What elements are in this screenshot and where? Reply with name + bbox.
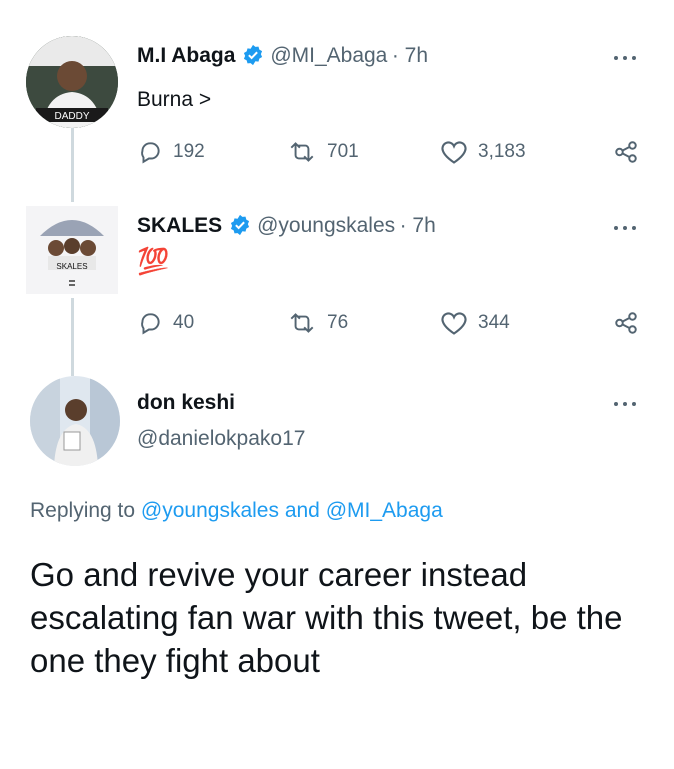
more-options-icon[interactable] xyxy=(614,53,644,63)
share-button[interactable] xyxy=(612,310,650,336)
handle[interactable]: @MI_Abaga xyxy=(270,44,387,67)
like-button[interactable]: 3,183 xyxy=(440,139,526,165)
timestamp[interactable]: · 7h xyxy=(392,44,428,67)
more-options-icon[interactable] xyxy=(614,399,644,409)
reply-count: 40 xyxy=(173,312,195,333)
display-name[interactable]: SKALES xyxy=(137,214,222,237)
avatar[interactable] xyxy=(30,376,120,466)
verified-badge-icon xyxy=(230,214,249,236)
avatar-image: DADDY xyxy=(26,36,118,128)
thread-line xyxy=(71,128,74,202)
reply-icon xyxy=(141,313,160,335)
heart-icon xyxy=(441,312,467,335)
display-name[interactable]: don keshi xyxy=(137,391,235,415)
avatar[interactable]: DADDY xyxy=(26,36,118,128)
more-options-icon[interactable] xyxy=(614,223,644,233)
replying-and: and xyxy=(284,499,320,522)
retweet-button[interactable]: 76 xyxy=(287,310,348,336)
like-count: 344 xyxy=(478,312,510,333)
tweet-text: 💯 xyxy=(137,246,170,276)
reply-count: 192 xyxy=(173,141,205,162)
thread-line xyxy=(71,298,74,376)
avatar-image xyxy=(30,376,120,466)
tweet-body-text: Go and revive your career instead escala… xyxy=(30,556,623,679)
retweet-icon xyxy=(290,313,314,333)
avatar[interactable]: SKALES xyxy=(26,206,118,294)
share-icon xyxy=(615,312,637,334)
reply-button[interactable]: 192 xyxy=(137,139,205,165)
retweet-icon xyxy=(290,142,314,162)
like-button[interactable]: 344 xyxy=(440,310,510,336)
retweet-count: 76 xyxy=(327,312,349,333)
heart-icon xyxy=(441,141,467,164)
retweet-button[interactable]: 701 xyxy=(287,139,359,165)
svg-text:DADDY: DADDY xyxy=(54,111,89,122)
handle[interactable]: @danielokpako17 xyxy=(137,427,305,451)
verified-badge-icon xyxy=(243,44,262,66)
share-button[interactable] xyxy=(612,139,650,165)
display-name[interactable]: M.I Abaga xyxy=(137,44,235,67)
svg-text:SKALES: SKALES xyxy=(56,262,87,271)
reply-icon xyxy=(141,142,160,164)
mention-link[interactable]: @MI_Abaga xyxy=(326,499,443,522)
timestamp[interactable]: · 7h xyxy=(400,214,436,237)
tweet-text: Burna > xyxy=(137,88,212,111)
replying-to-label: Replying to xyxy=(30,499,136,522)
like-count: 3,183 xyxy=(478,141,526,162)
share-icon xyxy=(615,141,637,163)
replying-to: Replying to @youngskales and @MI_Abaga xyxy=(30,499,443,523)
retweet-count: 701 xyxy=(327,141,359,162)
reply-button[interactable]: 40 xyxy=(137,310,194,336)
mention-link[interactable]: @youngskales xyxy=(141,499,279,522)
avatar-image: SKALES xyxy=(26,206,118,294)
handle[interactable]: @youngskales xyxy=(257,214,395,237)
